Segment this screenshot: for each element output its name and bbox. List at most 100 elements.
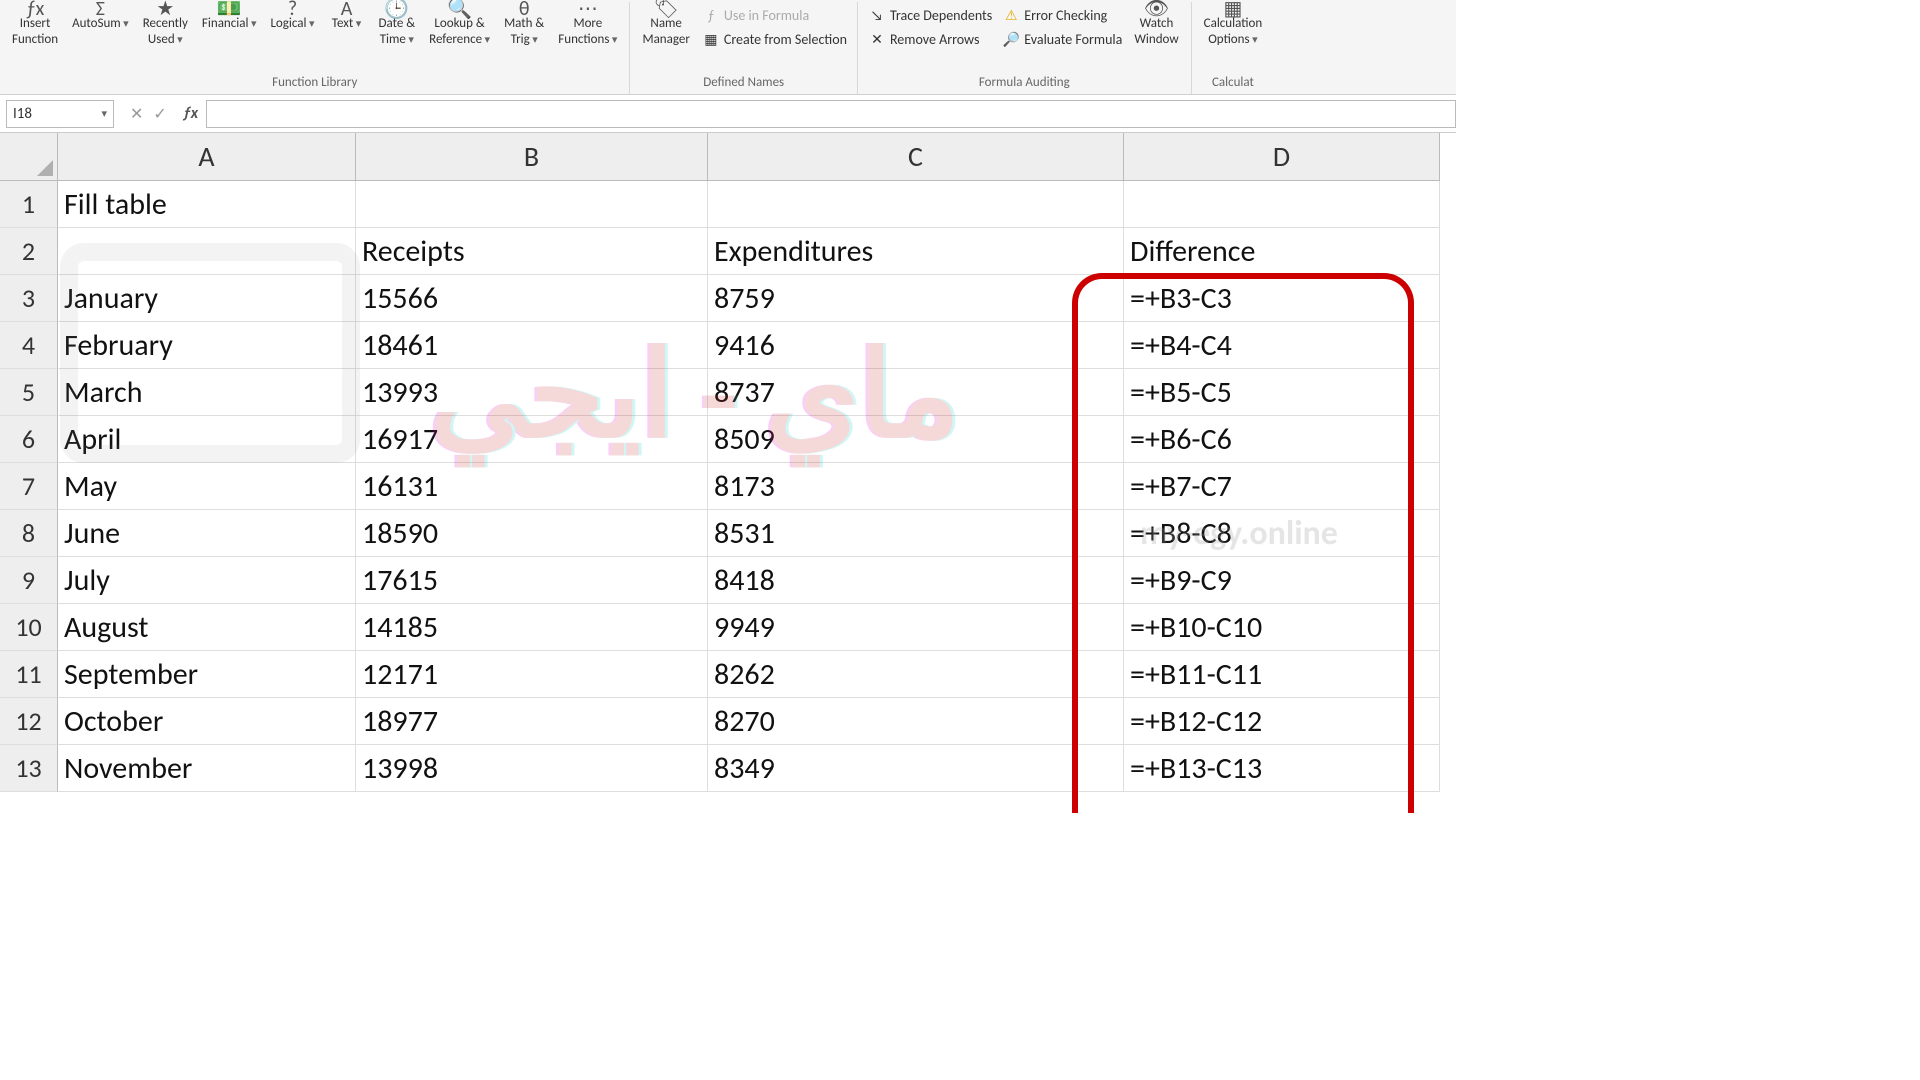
math-trig-button[interactable]: θMath & Trig <box>498 2 550 49</box>
row-header[interactable]: 7 <box>0 463 58 510</box>
cell-B3[interactable]: 15566 <box>356 275 708 322</box>
table-row: 4February184619416=+B4-C4 <box>0 322 1456 369</box>
table-row: 6April169178509=+B6-C6 <box>0 416 1456 463</box>
theta-icon: θ <box>510 4 538 14</box>
cell-D8[interactable]: =+B8-C8 <box>1124 510 1440 557</box>
row-header[interactable]: 1 <box>0 181 58 228</box>
cell-D9[interactable]: =+B9-C9 <box>1124 557 1440 604</box>
date-time-button[interactable]: 🕒Date & Time <box>373 2 422 49</box>
cell-D2[interactable]: Difference <box>1124 228 1440 275</box>
row-header[interactable]: 13 <box>0 745 58 792</box>
cell-B7[interactable]: 16131 <box>356 463 708 510</box>
text-button[interactable]: AText <box>323 2 371 34</box>
formula-input[interactable] <box>206 100 1456 128</box>
row-header[interactable]: 12 <box>0 698 58 745</box>
cell-C5[interactable]: 8737 <box>708 369 1124 416</box>
cell-D11[interactable]: =+B11-C11 <box>1124 651 1440 698</box>
cell-A11[interactable]: September <box>58 651 356 698</box>
cell-C13[interactable]: 8349 <box>708 745 1124 792</box>
cell-D7[interactable]: =+B7-C7 <box>1124 463 1440 510</box>
remove-arrows-button[interactable]: ✕Remove Arrows <box>864 28 996 50</box>
cell-A13[interactable]: November <box>58 745 356 792</box>
cell-A2[interactable] <box>58 228 356 275</box>
col-header-C[interactable]: C <box>708 133 1124 181</box>
cell-B2[interactable]: Receipts <box>356 228 708 275</box>
row-header[interactable]: 11 <box>0 651 58 698</box>
row-header[interactable]: 3 <box>0 275 58 322</box>
create-from-selection-button[interactable]: ▦Create from Selection <box>698 28 851 50</box>
cell-B8[interactable]: 18590 <box>356 510 708 557</box>
cell-A5[interactable]: March <box>58 369 356 416</box>
group-defined-names: 🏷Name Manager ƒUse in Formula ▦Create fr… <box>630 2 858 94</box>
lookup-reference-button[interactable]: 🔍Lookup & Reference <box>423 2 496 49</box>
cell-D4[interactable]: =+B4-C4 <box>1124 322 1440 369</box>
financial-button[interactable]: 💵Financial <box>196 2 263 34</box>
group-label: Formula Auditing <box>979 76 1070 94</box>
row-header[interactable]: 10 <box>0 604 58 651</box>
evaluate-formula-button[interactable]: 🔎Evaluate Formula <box>998 28 1126 50</box>
trace-dependents-button[interactable]: ↘Trace Dependents <box>864 4 996 26</box>
error-checking-button[interactable]: ⚠Error Checking <box>998 4 1126 26</box>
col-header-A[interactable]: A <box>58 133 356 181</box>
cell-A7[interactable]: May <box>58 463 356 510</box>
cell-B10[interactable]: 14185 <box>356 604 708 651</box>
more-functions-button[interactable]: ⋯More Functions <box>552 2 623 49</box>
cell-D13[interactable]: =+B13-C13 <box>1124 745 1440 792</box>
select-all-corner[interactable] <box>0 133 58 181</box>
cell-C12[interactable]: 8270 <box>708 698 1124 745</box>
row-header[interactable]: 8 <box>0 510 58 557</box>
cell-B12[interactable]: 18977 <box>356 698 708 745</box>
cell-A9[interactable]: July <box>58 557 356 604</box>
cell-B1[interactable] <box>356 181 708 228</box>
cell-B13[interactable]: 13998 <box>356 745 708 792</box>
cell-B5[interactable]: 13993 <box>356 369 708 416</box>
cancel-icon[interactable]: ✕ <box>130 104 143 124</box>
name-manager-button[interactable]: 🏷Name Manager <box>636 2 695 49</box>
row-header[interactable]: 4 <box>0 322 58 369</box>
enter-icon[interactable]: ✓ <box>153 104 166 124</box>
cell-C3[interactable]: 8759 <box>708 275 1124 322</box>
cell-C1[interactable] <box>708 181 1124 228</box>
name-box[interactable]: I18 <box>6 100 114 128</box>
cell-A8[interactable]: June <box>58 510 356 557</box>
cell-D6[interactable]: =+B6-C6 <box>1124 416 1440 463</box>
cell-B4[interactable]: 18461 <box>356 322 708 369</box>
cell-C8[interactable]: 8531 <box>708 510 1124 557</box>
cell-A10[interactable]: August <box>58 604 356 651</box>
cell-A4[interactable]: February <box>58 322 356 369</box>
col-header-D[interactable]: D <box>1124 133 1440 181</box>
row-header[interactable]: 6 <box>0 416 58 463</box>
calculation-options-button[interactable]: ▦Calculation Options <box>1198 2 1269 49</box>
row-header[interactable]: 9 <box>0 557 58 604</box>
group-function-library: ƒxInsert Function ΣAutoSum ★Recently Use… <box>0 2 630 94</box>
cell-D12[interactable]: =+B12-C12 <box>1124 698 1440 745</box>
col-header-B[interactable]: B <box>356 133 708 181</box>
cell-D5[interactable]: =+B5-C5 <box>1124 369 1440 416</box>
insert-function-button[interactable]: ƒxInsert Function <box>6 2 64 49</box>
cell-A6[interactable]: April <box>58 416 356 463</box>
cell-B11[interactable]: 12171 <box>356 651 708 698</box>
cell-D3[interactable]: =+B3-C3 <box>1124 275 1440 322</box>
fx-label[interactable]: ƒx <box>175 104 206 123</box>
watch-window-button[interactable]: 👁Watch Window <box>1128 2 1184 49</box>
cell-A1[interactable]: Fill table <box>58 181 356 228</box>
row-header[interactable]: 2 <box>0 228 58 275</box>
cell-C11[interactable]: 8262 <box>708 651 1124 698</box>
cell-B6[interactable]: 16917 <box>356 416 708 463</box>
recently-used-button[interactable]: ★Recently Used <box>137 2 194 49</box>
cell-C9[interactable]: 8418 <box>708 557 1124 604</box>
cell-C4[interactable]: 9416 <box>708 322 1124 369</box>
ribbon: ƒxInsert Function ΣAutoSum ★Recently Use… <box>0 0 1456 95</box>
cell-A12[interactable]: October <box>58 698 356 745</box>
cell-B9[interactable]: 17615 <box>356 557 708 604</box>
row-header[interactable]: 5 <box>0 369 58 416</box>
cell-C10[interactable]: 9949 <box>708 604 1124 651</box>
cell-C7[interactable]: 8173 <box>708 463 1124 510</box>
logical-button[interactable]: ?Logical <box>264 2 320 34</box>
cell-D1[interactable] <box>1124 181 1440 228</box>
cell-A3[interactable]: January <box>58 275 356 322</box>
autosum-button[interactable]: ΣAutoSum <box>66 2 135 34</box>
cell-C6[interactable]: 8509 <box>708 416 1124 463</box>
cell-D10[interactable]: =+B10-C10 <box>1124 604 1440 651</box>
cell-C2[interactable]: Expenditures <box>708 228 1124 275</box>
